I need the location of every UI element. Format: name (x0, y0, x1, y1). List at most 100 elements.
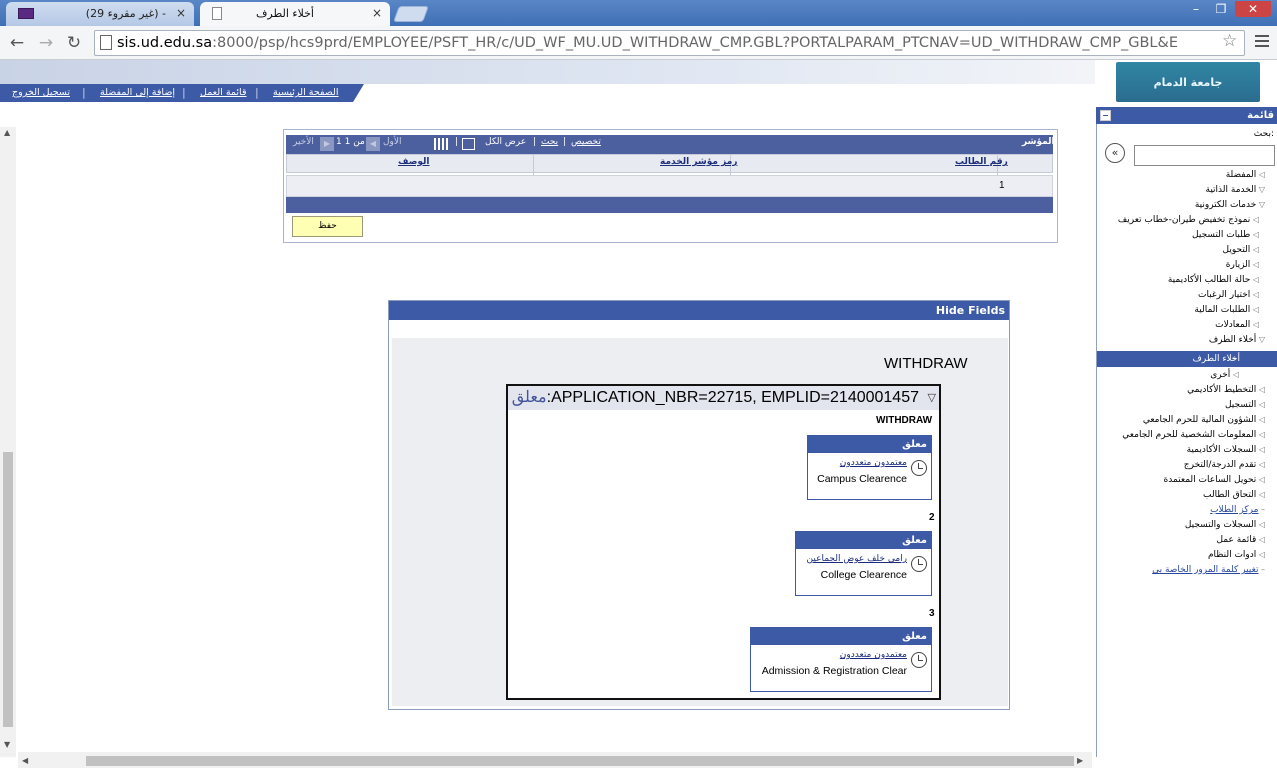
menu-item[interactable]: نموذج تخفيض طيران-خطاب تعريف ◁ (1118, 215, 1259, 225)
worklist-link[interactable]: قائمة العمل (200, 87, 247, 98)
collapse-icon[interactable] (1100, 110, 1111, 121)
reload-icon[interactable]: ↻ (64, 33, 84, 53)
grid-title: المؤشر (1022, 137, 1055, 147)
new-tab-button[interactable] (393, 6, 429, 22)
menu-item[interactable]: السجلات الأكاديمية ◁ (1187, 445, 1265, 455)
collapsed-icon: ◁ (1250, 290, 1259, 299)
scroll-down-icon[interactable]: ▼ (4, 740, 10, 749)
collapsed-icon: ◁ (1256, 520, 1265, 529)
grid-footer (286, 197, 1053, 213)
menu-item-label: حالة الطالب الأكاديمية (1167, 275, 1251, 285)
step-status: معلق (796, 532, 931, 549)
scroll-left-icon[interactable]: ◀ (22, 756, 28, 765)
menu-item[interactable]: الخدمة الذاتية ▽ (1206, 185, 1266, 195)
add-favorites-link[interactable]: إضافة إلى المفضلة (100, 87, 175, 98)
menu-item[interactable]: التسجيل ◁ (1225, 400, 1265, 410)
menu-item[interactable]: ادوات النظام ◁ (1208, 550, 1265, 560)
menu-item[interactable]: خدمات الكترونية ▽ (1195, 200, 1265, 210)
approval-box-header[interactable]: معلق:APPLICATION_NBR=22715, EMPLID=21400… (508, 386, 939, 410)
col-description[interactable]: الوصف (398, 157, 430, 167)
horizontal-scroll-thumb[interactable] (86, 756, 1074, 766)
menu-item-selected[interactable]: أخلاء الطرف (1097, 351, 1277, 367)
next-icon[interactable]: ▶ (320, 137, 334, 151)
step-status: معلق (808, 436, 931, 453)
customize-link[interactable]: تخصيص (571, 137, 601, 147)
menu-item[interactable]: الشؤون المالية للحرم الجامعي ◁ (1143, 415, 1265, 425)
collapsed-icon: ◁ (1250, 260, 1259, 269)
download-grid-icon[interactable] (434, 138, 448, 150)
mail-icon (18, 8, 34, 19)
scroll-up-icon[interactable]: ▲ (4, 128, 10, 137)
last-link[interactable]: الأخير (293, 137, 314, 147)
forward-icon[interactable]: → (36, 33, 56, 53)
minimize-button[interactable]: – (1183, 1, 1209, 17)
separator: | (533, 137, 537, 147)
menu-icon[interactable] (1255, 35, 1269, 47)
zoom-icon[interactable] (462, 138, 475, 150)
menu-item[interactable]: المعلومات الشخصية للحرم الجامعي ◁ (1122, 430, 1265, 440)
menu-item-label: التسجيل (1224, 400, 1257, 410)
expanded-icon: ▽ (1256, 200, 1265, 209)
menu-item[interactable]: التحويل ◁ (1223, 245, 1259, 255)
menu-item[interactable]: التحاق الطالب ◁ (1203, 490, 1265, 500)
menu-item[interactable]: الزيارة ◁ (1226, 260, 1259, 270)
menu-item[interactable]: تغيير كلمة المرور الخاصة بي – (1152, 565, 1265, 575)
menu-item-label: السجلات والتسجيل (1184, 520, 1257, 530)
approver-link[interactable]: معتمدون متعددون (840, 458, 907, 468)
close-icon[interactable]: × (372, 6, 382, 20)
menu-item[interactable]: مركز الطلاب – (1210, 505, 1265, 515)
back-icon[interactable]: ← (7, 33, 27, 53)
menu-item[interactable]: قائمة عمل ◁ (1216, 535, 1265, 545)
approver-link[interactable]: معتمدون متعددون (840, 650, 907, 660)
scroll-right-icon[interactable]: ▶ (1077, 756, 1083, 765)
url-domain: sis.ud.edu.sa (117, 35, 213, 51)
menu-item[interactable]: طلبات التسجيل ◁ (1192, 230, 1259, 240)
menu-item-label: التحاق الطالب (1202, 490, 1257, 500)
menu-item[interactable]: المفضلة ◁ (1226, 170, 1265, 180)
menu-item[interactable]: أخلاء الطرف ▽ (1209, 335, 1265, 345)
hide-fields-link[interactable]: Hide Fields (389, 301, 1009, 320)
view-all-link[interactable]: عرض الكل (485, 137, 526, 147)
tab-mail[interactable]: (29 غير مقروء) - × (6, 2, 194, 26)
collapse-triangle-icon[interactable]: ▽ (928, 386, 936, 410)
save-button[interactable]: حفظ (292, 216, 363, 237)
find-link[interactable]: بحث (541, 137, 558, 147)
search-go-icon[interactable]: « (1105, 143, 1125, 163)
col-student-id[interactable]: رقم الطالب (955, 157, 1008, 167)
menu-item[interactable]: المعادلات ◁ (1215, 320, 1259, 330)
expanded-icon: ▽ (1256, 185, 1265, 194)
menu-item[interactable]: تقدم الدرجة/التخرج ◁ (1184, 460, 1265, 470)
menu-item[interactable]: التخطيط الأكاديمي ◁ (1187, 385, 1265, 395)
restore-button[interactable]: ❐ (1208, 1, 1234, 17)
star-icon[interactable]: ☆ (1222, 31, 1237, 51)
menu-item[interactable]: السجلات والتسجيل ◁ (1185, 520, 1265, 530)
close-window-button[interactable]: ✕ (1235, 1, 1271, 17)
logo-text: جامعة الدمام (1153, 75, 1223, 89)
menu-item[interactable]: الطلبات المالية ◁ (1194, 305, 1259, 315)
collapsed-icon: ◁ (1256, 385, 1265, 394)
row-number: 1 (999, 180, 1005, 191)
previous-icon[interactable]: ◀ (366, 137, 380, 151)
collapsed-icon: ◁ (1256, 550, 1265, 559)
vertical-scroll-thumb[interactable] (3, 452, 13, 727)
menu-item-label: تقدم الدرجة/التخرج (1183, 460, 1257, 470)
home-link[interactable]: الصفحة الرئيسية (273, 87, 339, 98)
signout-link[interactable]: تسجيل الخروج (12, 87, 70, 98)
menu-item[interactable]: اختيار الرغبات ◁ (1198, 290, 1259, 300)
first-link[interactable]: الأول (383, 137, 402, 147)
menu-item[interactable]: حالة الطالب الأكاديمية ◁ (1168, 275, 1259, 285)
collapsed-icon: ◁ (1250, 305, 1259, 314)
close-icon[interactable]: × (176, 6, 186, 20)
menu-item[interactable]: أخرى ◁ (1210, 370, 1239, 380)
menu-item-label: المفضلة (1225, 170, 1257, 180)
menu-item[interactable]: تحويل الساعات المعتمدة ◁ (1164, 475, 1265, 485)
tab-clearance-label: أخلاء الطرف (256, 7, 314, 20)
menu-item-label: التخطيط الأكاديمي (1187, 385, 1257, 395)
menu-search-input[interactable] (1134, 145, 1275, 166)
step-status: معلق (751, 628, 931, 645)
approver-link[interactable]: رامي خلف عوض الجماعين (807, 554, 907, 564)
col-service-indicator[interactable]: رمز مؤشر الخدمة (660, 157, 737, 167)
box-status: معلق (511, 389, 547, 406)
address-bar[interactable]: sis.ud.edu.sa:8000/psp/hcs9prd/EMPLOYEE/… (94, 30, 1245, 56)
tab-clearance[interactable]: أخلاء الطرف × (200, 2, 390, 26)
